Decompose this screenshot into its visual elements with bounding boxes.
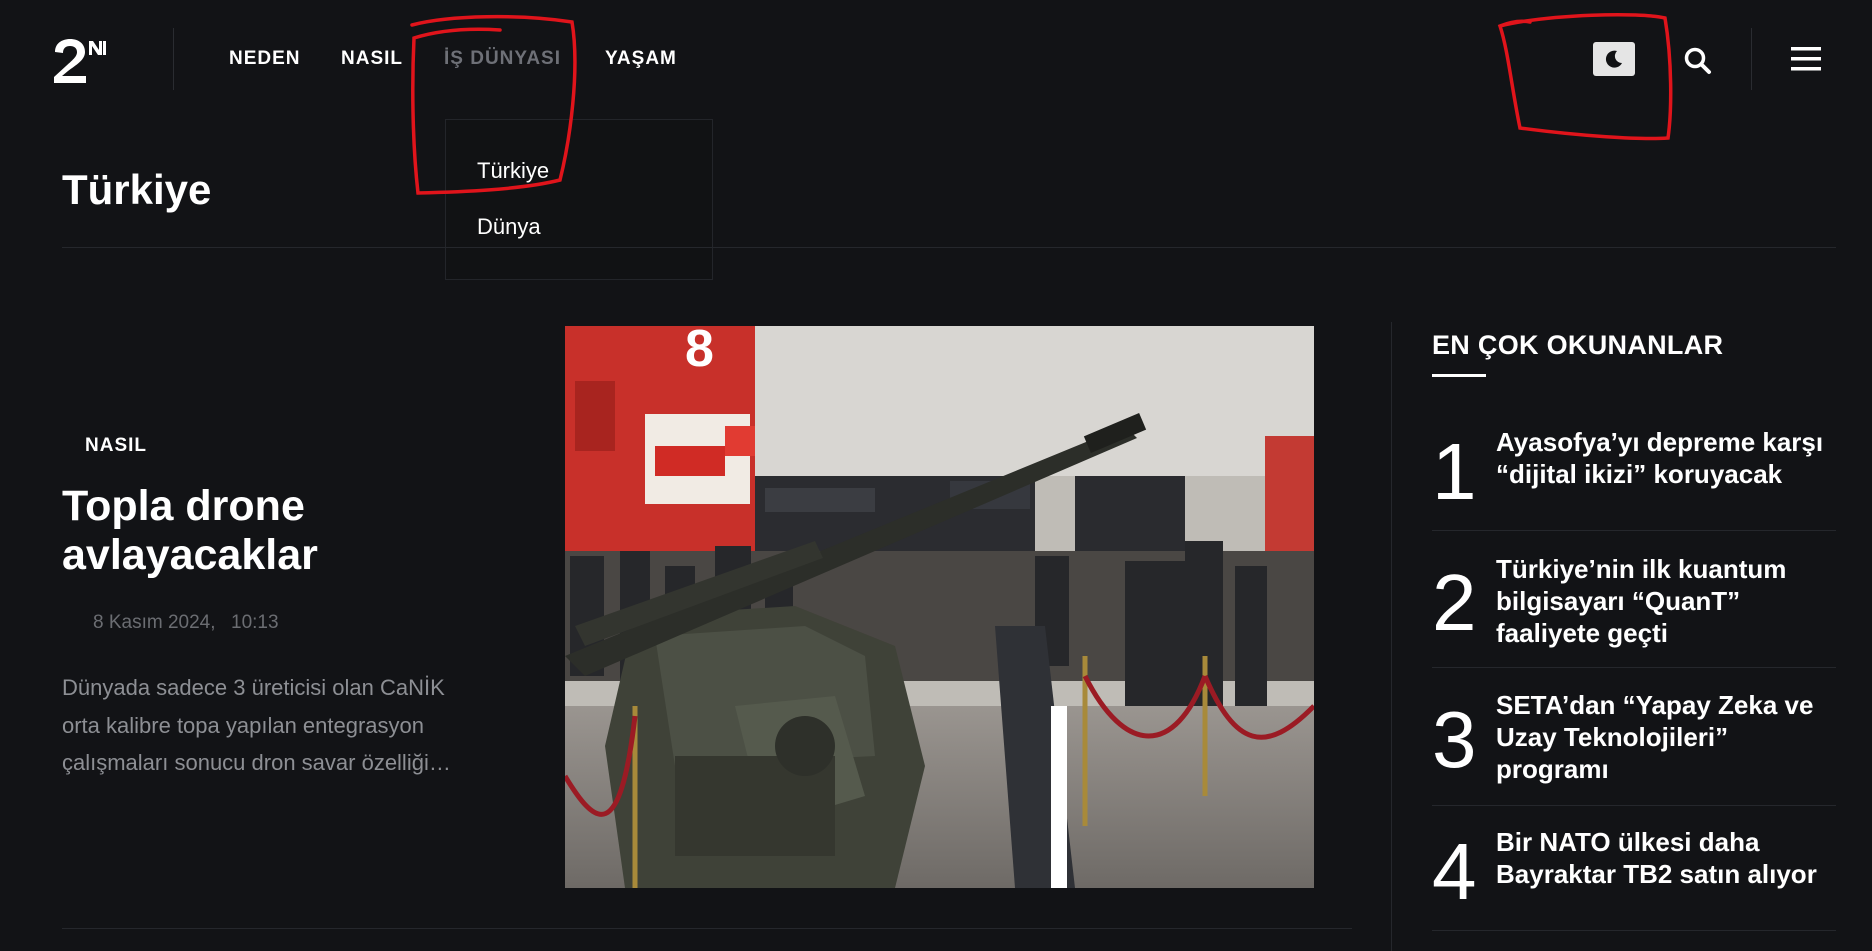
article-time: 10:13	[231, 612, 279, 633]
most-read-item[interactable]: Bir NATO ülkesi daha Bayraktar TB2 satın…	[1496, 826, 1841, 890]
site-logo[interactable]	[52, 38, 108, 84]
nav-item-neden[interactable]: NEDEN	[229, 48, 301, 70]
theme-toggle-button[interactable]	[1593, 42, 1635, 76]
article-divider	[62, 928, 1352, 929]
article-title[interactable]: Topla drone avlayacaklar	[62, 482, 482, 580]
rank-number: 1	[1432, 427, 1477, 516]
nav-dropdown: Türkiye Dünya	[445, 119, 713, 280]
nav-item-yasam[interactable]: YAŞAM	[605, 48, 677, 70]
dropdown-item-dunya[interactable]: Dünya	[477, 214, 541, 240]
logo-icon	[54, 39, 106, 83]
most-read-title: EN ÇOK OKUNANLAR	[1432, 330, 1724, 360]
moon-icon	[1605, 50, 1622, 68]
hamburger-icon	[1791, 47, 1821, 71]
nav-item-nasil[interactable]: NASIL	[341, 48, 403, 70]
search-icon	[1684, 47, 1711, 74]
article-excerpt: Dünyada sadece 3 üreticisi olan CaNİK or…	[62, 675, 451, 775]
list-divider	[1432, 667, 1836, 668]
list-divider	[1432, 530, 1836, 531]
nav-item-is-dunyasi[interactable]: İŞ DÜNYASI	[444, 48, 561, 70]
article-date: 8 Kasım 2024,	[93, 612, 216, 633]
list-divider	[1432, 805, 1836, 806]
most-read-item[interactable]: SETA’dan “Yapay Zeka ve Uzay Teknolojile…	[1496, 689, 1841, 785]
most-read-item[interactable]: Türkiye’nin ilk kuantum bilgisayarı “Qua…	[1496, 553, 1841, 649]
title-underline	[1432, 374, 1486, 377]
page-title: Türkiye	[62, 166, 212, 213]
menu-button[interactable]	[1790, 45, 1822, 73]
article-image[interactable]: 8	[565, 326, 1314, 888]
site-header: NEDEN NASIL İŞ DÜNYASI YAŞAM Türkiye Dün…	[0, 0, 1872, 280]
rank-number: 3	[1432, 695, 1477, 784]
rank-number: 2	[1432, 558, 1477, 647]
header-divider-right	[1751, 28, 1752, 90]
svg-text:8: 8	[685, 326, 714, 378]
most-read-item[interactable]: Ayasofya’yı depreme karşı “dijital ikizi…	[1496, 426, 1841, 490]
rank-number: 4	[1432, 827, 1477, 916]
header-divider	[173, 28, 174, 90]
list-divider	[1432, 930, 1836, 931]
section-divider	[62, 247, 1836, 248]
dropdown-item-turkiye[interactable]: Türkiye	[477, 158, 549, 184]
article-photo: 8	[565, 326, 1314, 888]
article-category[interactable]: NASIL	[85, 435, 147, 457]
sidebar-divider	[1391, 322, 1392, 951]
search-button[interactable]	[1683, 46, 1713, 76]
